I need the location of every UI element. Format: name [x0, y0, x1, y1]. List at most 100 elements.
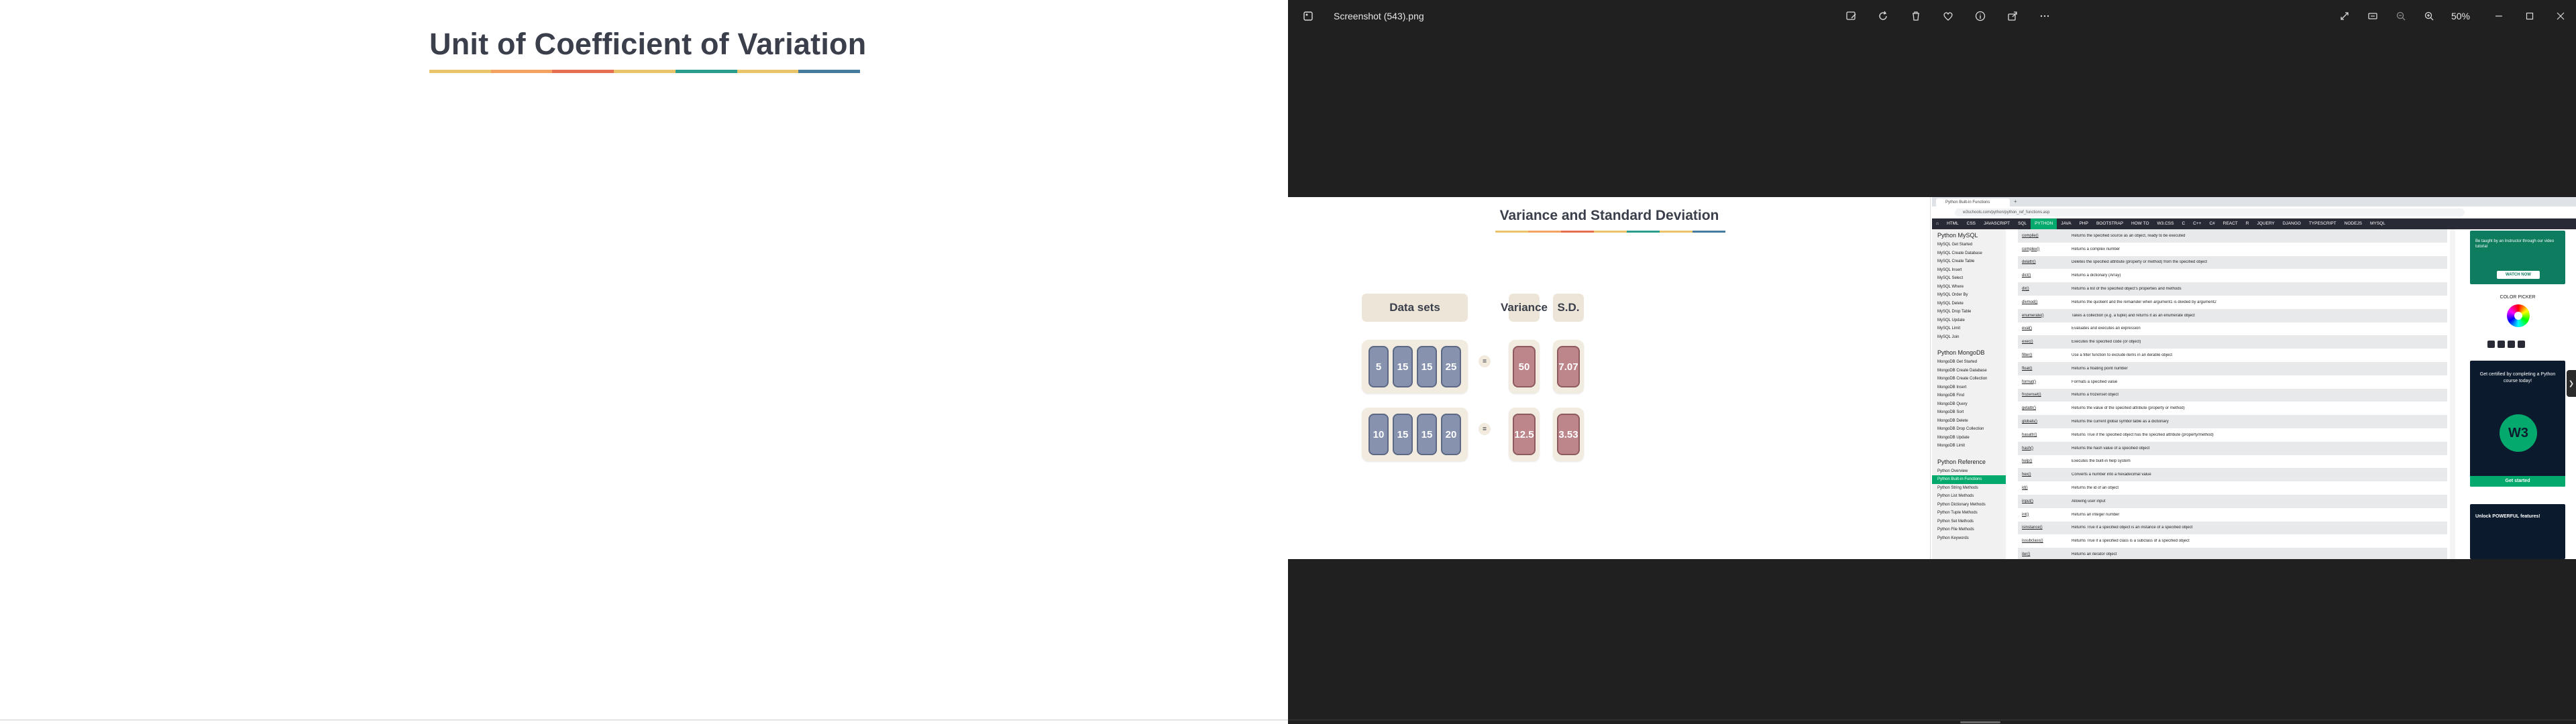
delete-icon[interactable] — [1902, 3, 1929, 29]
zoom-level[interactable]: 50% — [2444, 11, 2477, 21]
get-started-button: Get started — [2470, 476, 2565, 487]
table-row: getattr() Returns the value of the specif… — [2018, 402, 2447, 415]
nav-item: CSS — [1966, 221, 1976, 226]
variance-cell-2: 12.5 — [1509, 408, 1540, 461]
watch-now-button: WATCH NOW — [2497, 271, 2540, 279]
nav-item: NODEJS — [2344, 221, 2363, 226]
sidebar-item: Python Built-in Functions — [1932, 475, 2006, 484]
next-image-icon[interactable]: ❯ — [2567, 370, 2576, 397]
sd-cell-1: 7.07 — [1553, 340, 1584, 394]
sidebar-heading: Python MongoDB — [1937, 349, 1985, 356]
certification-ad: Get certified by completing a Python cou… — [2470, 361, 2565, 487]
sidebar-item: MySQL Create Table — [1937, 259, 1975, 263]
function-name-link: globals() — [2022, 420, 2038, 424]
stripe-segment — [675, 70, 737, 73]
stripe-segment — [614, 70, 676, 73]
stripe-segment — [1627, 231, 1660, 233]
function-name-link: delattr() — [2022, 260, 2036, 265]
function-description: Returns the quotient and the remainder w… — [2072, 300, 2216, 304]
variance-value: 50 — [1513, 346, 1536, 387]
data-value: 10 — [1368, 414, 1389, 455]
table-row: exec() Executes the specified code (or ob… — [2018, 335, 2447, 349]
rotate-icon[interactable] — [1870, 3, 1897, 29]
sidebar-item: Python Keywords — [1937, 536, 1969, 540]
function-name-link: format() — [2022, 379, 2036, 384]
data-value: 5 — [1368, 346, 1389, 387]
ad-text: Be taught by an Instructor through our v… — [2475, 239, 2555, 249]
stripe-segment — [1693, 231, 1725, 233]
sidebar-heading: Python Reference — [1937, 458, 1986, 465]
sidebar-item: Python String Methods — [1937, 485, 1978, 490]
function-name-link: divmod() — [2022, 300, 2038, 304]
sidebar-item: MongoDB Limit — [1937, 444, 1966, 448]
stripe-segment — [1561, 231, 1594, 233]
function-description: Returns the specified source as an objec… — [2072, 233, 2186, 238]
function-name-link: eval() — [2022, 326, 2033, 331]
nav-item: DJANGO — [2282, 221, 2301, 226]
sidebar-item: MySQL Insert — [1937, 267, 1962, 272]
instagram-icon — [2498, 341, 2505, 348]
function-name-link: filter() — [2022, 353, 2033, 358]
table-row: format() Formats a specified value — [2018, 375, 2447, 389]
zoom-out-icon[interactable] — [2387, 3, 2414, 29]
slideshow-icon[interactable] — [2359, 3, 2386, 29]
presentation-slide: Unit of Coefficient of Variation — [0, 0, 1288, 724]
function-name-link: compile() — [2022, 233, 2039, 238]
color-wheel-icon — [2507, 304, 2530, 327]
stripe-segment — [1528, 231, 1561, 233]
video-tutorial-ad: Be taught by an Instructor through our v… — [2470, 231, 2565, 284]
data-value: 15 — [1417, 414, 1437, 455]
maximize-icon[interactable] — [2514, 3, 2545, 29]
screenshot-browser: Python Built-in Functions + w3schools.co… — [1932, 197, 2576, 559]
sidebar-item: Python Tuple Methods — [1937, 511, 1978, 515]
function-name-link: int() — [2022, 512, 2029, 517]
info-icon[interactable] — [1967, 3, 1994, 29]
nav-item: C# — [2209, 221, 2215, 226]
sidebar-item: MongoDB Get Started — [1937, 360, 1978, 364]
browser-tab: Python Built-in Functions — [1936, 198, 2010, 206]
facebook-icon — [2487, 341, 2495, 348]
function-name-link: hex() — [2022, 473, 2031, 477]
stripe-segment — [552, 70, 614, 73]
photos-app-icon[interactable] — [1295, 3, 1322, 29]
function-description: Converts a number into a hexadecimal val… — [2072, 473, 2151, 477]
linkedin-icon — [2508, 341, 2515, 348]
function-description: Returns an iterator object — [2072, 552, 2117, 557]
viewer-title-bar: Screenshot (543).png 50% — [1288, 0, 2576, 32]
equals-sign: = — [1479, 423, 1491, 435]
table-row: eval() Evaluates and executes an expressi… — [2018, 322, 2447, 336]
function-description: Returns the value of the specified attri… — [2072, 406, 2185, 411]
table-row: frozenset() Returns a frozenset object — [2018, 388, 2447, 402]
table-row: compile() Returns the specified source as… — [2018, 229, 2447, 243]
function-name-link: hash() — [2022, 446, 2034, 450]
function-name-link: enumerate() — [2022, 313, 2044, 318]
title-underline-stripe — [429, 70, 861, 73]
function-name-link: getattr() — [2022, 406, 2037, 411]
sidebar-item: MongoDB Insert — [1937, 385, 1967, 389]
more-icon[interactable] — [2031, 3, 2058, 29]
function-description: Returns the hash value of a specified ob… — [2072, 446, 2150, 450]
share-icon[interactable] — [1999, 3, 2026, 29]
w3-logo: W3 — [2500, 414, 2537, 452]
nav-item: BOOTSTRAP — [2096, 221, 2124, 226]
close-icon[interactable] — [2545, 3, 2576, 29]
equals-sign: = — [1479, 355, 1491, 367]
nav-item: HOW TO — [2131, 221, 2149, 226]
nav-item: JAVA — [2061, 221, 2072, 226]
nav-item: PYTHON — [2031, 219, 2057, 229]
ad-text: Get certified by completing a Python cou… — [2479, 372, 2556, 383]
zoom-in-icon[interactable] — [2416, 3, 2443, 29]
displayed-screenshot: Variance and Standard Deviation Data set… — [1288, 197, 2576, 559]
sidebar-item: MongoDB Drop Collection — [1937, 427, 1984, 431]
function-description: Returns a floating point number — [2072, 366, 2128, 371]
edit-image-icon[interactable] — [1838, 3, 1865, 29]
expand-icon[interactable] — [2331, 3, 2358, 29]
color-picker-label: COLOR PICKER — [2500, 295, 2536, 300]
browser-url: w3schools.com/python/python_ref_function… — [1955, 208, 2465, 217]
filmstrip-handle[interactable] — [1960, 721, 2000, 723]
favorite-icon[interactable] — [1935, 3, 1962, 29]
function-description: Returns True if a specified object is an… — [2072, 526, 2193, 530]
sidebar-item: Python Dictionary Methods — [1937, 502, 1986, 507]
minimize-icon[interactable] — [2483, 3, 2514, 29]
nav-item: JAVASCRIPT — [1984, 221, 2010, 226]
